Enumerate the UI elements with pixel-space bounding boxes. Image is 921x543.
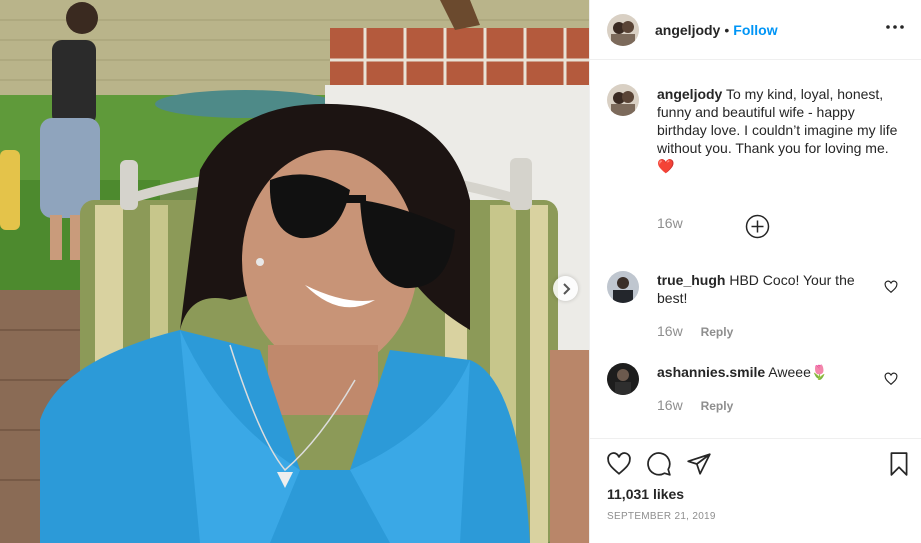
- tulip-emoji: 🌷: [810, 364, 829, 380]
- like-comment-heart-icon[interactable]: [884, 280, 898, 294]
- heart-icon[interactable]: [606, 451, 632, 477]
- reply-button[interactable]: Reply: [701, 399, 734, 413]
- author-username[interactable]: angeljody: [655, 22, 720, 38]
- comment-timestamp[interactable]: 16w: [657, 397, 683, 413]
- comment-body: true_hugh HBD Coco! Your the best!: [657, 271, 882, 307]
- post-header: angeljody • Follow: [590, 0, 921, 60]
- post-actions: 11,031 likes SEPTEMBER 21, 2019: [590, 438, 921, 543]
- more-horizontal-icon: [886, 25, 904, 29]
- comment-username[interactable]: true_hugh: [657, 272, 725, 288]
- caption-avatar[interactable]: [607, 84, 639, 116]
- post-sidebar: angeljody • Follow angeljody To my kind,…: [589, 0, 921, 543]
- reply-button[interactable]: Reply: [701, 325, 734, 339]
- post-image: [0, 0, 589, 543]
- comment-meta: 16w Reply: [657, 397, 733, 413]
- follow-button[interactable]: Follow: [733, 22, 777, 38]
- comment-icon[interactable]: [646, 451, 672, 477]
- plus-circle-icon: [745, 214, 770, 239]
- caption-timestamp[interactable]: 16w: [657, 215, 683, 231]
- comments-section[interactable]: angeljody To my kind, loyal, honest, fun…: [590, 60, 921, 438]
- post-photo[interactable]: [0, 0, 589, 543]
- comment-timestamp[interactable]: 16w: [657, 323, 683, 339]
- comment-text: Aweee: [768, 364, 811, 380]
- comment-meta: 16w Reply: [657, 323, 733, 339]
- separator-dot: •: [724, 21, 730, 38]
- comment-body: ashannies.smile Aweee🌷: [657, 363, 882, 381]
- bookmark-icon[interactable]: [886, 451, 912, 477]
- load-more-comments-button[interactable]: [745, 214, 770, 239]
- next-photo-button[interactable]: [553, 276, 578, 301]
- caption-username[interactable]: angeljody: [657, 86, 722, 102]
- post-date[interactable]: SEPTEMBER 21, 2019: [607, 511, 716, 522]
- chevron-right-icon: [562, 282, 570, 295]
- red-heart-emoji: ❤️: [657, 158, 675, 174]
- author-avatar[interactable]: [607, 13, 639, 46]
- caption-body: angeljody To my kind, loyal, honest, fun…: [657, 85, 907, 175]
- commenter-avatar[interactable]: [607, 363, 639, 395]
- like-comment-heart-icon[interactable]: [884, 372, 898, 386]
- commenter-avatar[interactable]: [607, 271, 639, 303]
- comment-username[interactable]: ashannies.smile: [657, 364, 765, 380]
- paper-plane-icon[interactable]: [686, 451, 712, 477]
- more-options-button[interactable]: [885, 17, 905, 37]
- likes-count[interactable]: 11,031 likes: [607, 486, 684, 502]
